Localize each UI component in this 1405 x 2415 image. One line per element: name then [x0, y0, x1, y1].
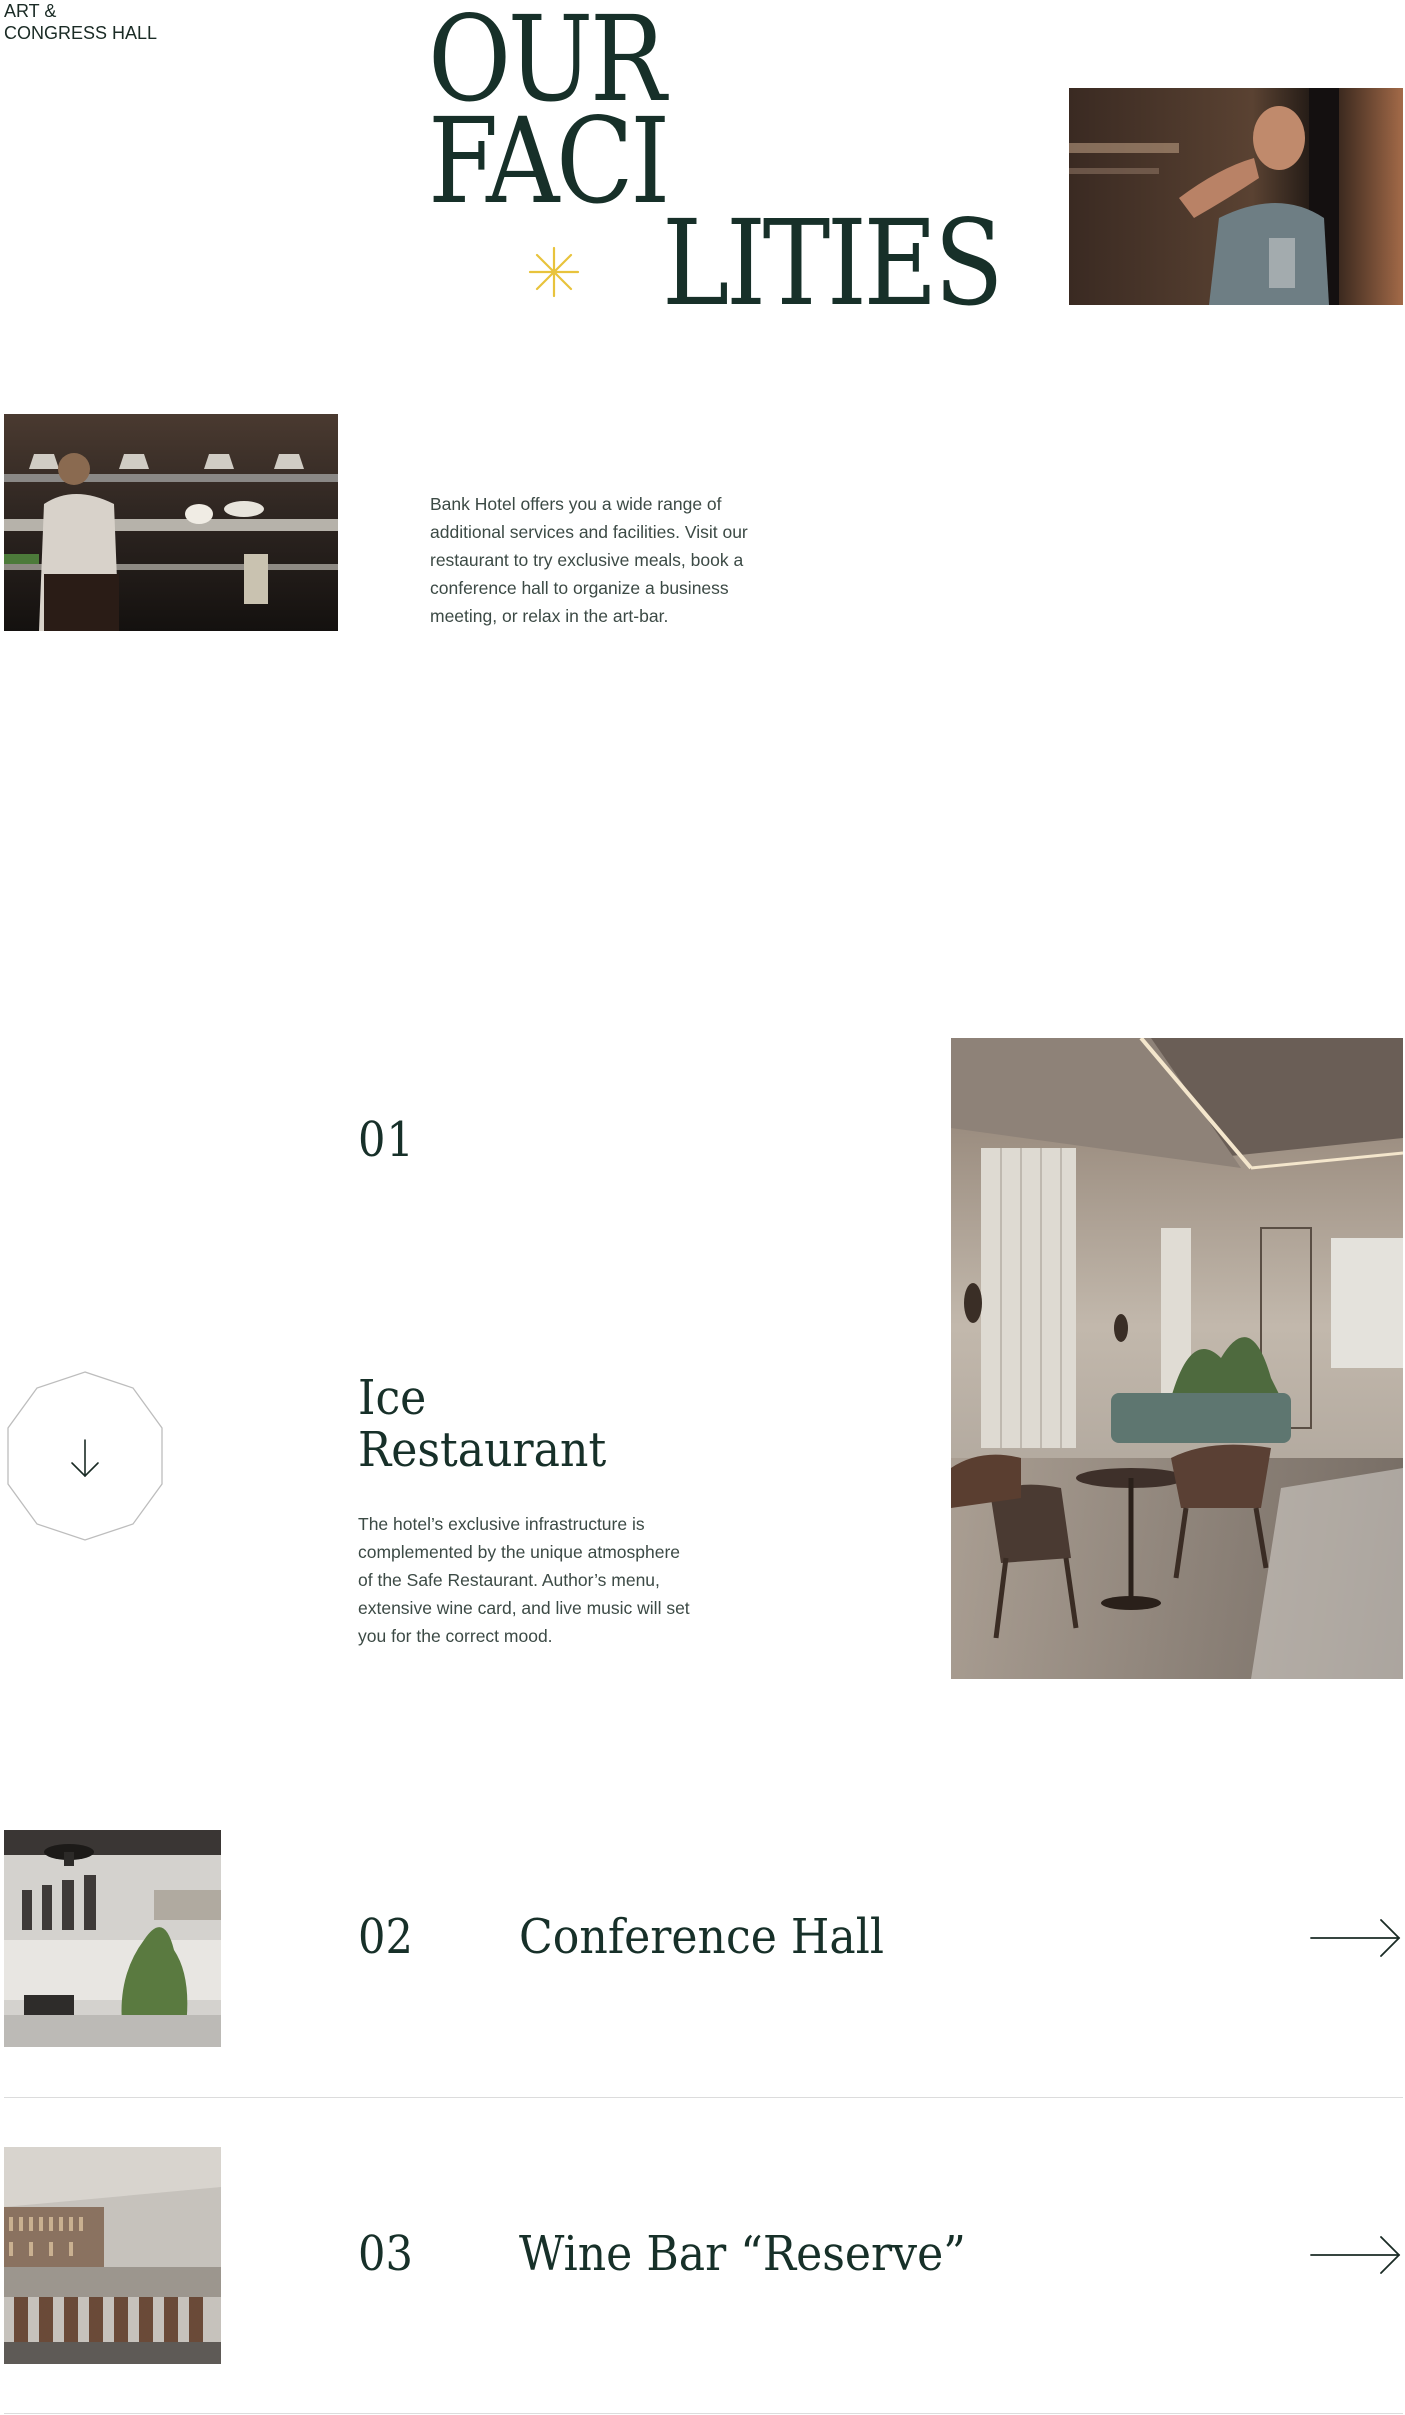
hero-title-line3: LITIES [662, 194, 1004, 332]
facility-title-link[interactable]: Wine Bar “Reserve” [519, 2226, 966, 2282]
kitchen-photo [4, 414, 338, 631]
row-divider [4, 2413, 1403, 2414]
brand-tag-line2: CONGRESS HALL [4, 23, 158, 43]
row-divider [4, 2097, 1403, 2098]
restaurant-photo [951, 1038, 1403, 1679]
facility-number: 03 [358, 2226, 413, 2282]
facility-title-line1: Ice [358, 1370, 427, 1426]
wine-bar-photo [4, 2147, 221, 2364]
bartender-photo [1069, 88, 1403, 305]
scroll-down-button[interactable] [2, 1370, 168, 1542]
arrow-down-icon [71, 1439, 99, 1478]
arrow-right-icon[interactable] [1309, 1916, 1403, 1960]
facility-title: Ice Restaurant [358, 1372, 606, 1476]
hero-title-line2: FACI [428, 92, 670, 230]
brand-tag: ART & CONGRESS HALL [4, 0, 157, 44]
sparkle-icon [528, 246, 580, 298]
facility-title-line2: Restaurant [358, 1422, 607, 1478]
intro-paragraph: Bank Hotel offers you a wide range of ad… [430, 494, 748, 626]
facility-description: The hotel’s exclusive infrastructure is … [358, 1514, 690, 1646]
arrow-right-icon[interactable] [1309, 2233, 1403, 2277]
facility-number: 01 [358, 1112, 415, 1168]
brand-tag-line1: ART & [4, 1, 57, 21]
conference-hall-photo [4, 1830, 221, 2047]
facility-title-link[interactable]: Conference Hall [519, 1909, 884, 1965]
facility-number: 02 [358, 1909, 413, 1965]
